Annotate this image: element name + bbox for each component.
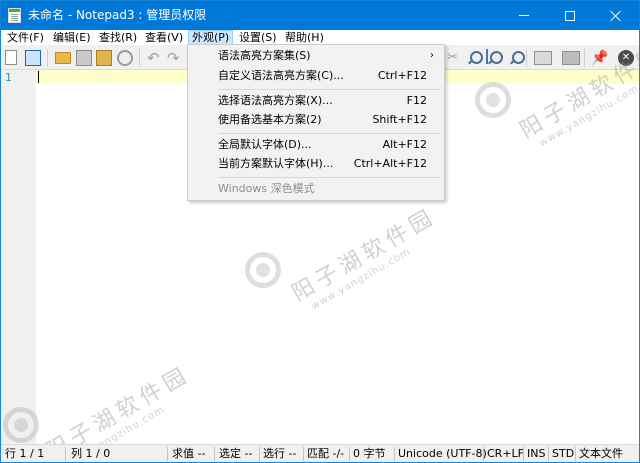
- menu-item-global-font[interactable]: 全局默认字体(D)... Alt+F12: [188, 135, 444, 155]
- line-number-gutter: 1: [1, 70, 36, 444]
- new-icon[interactable]: [5, 50, 17, 65]
- title-bar[interactable]: 未命名 - Notepad3 : 管理员权限: [1, 1, 639, 30]
- print-icon[interactable]: [117, 50, 133, 66]
- status-std[interactable]: STD: [552, 445, 574, 462]
- close-button[interactable]: [593, 1, 639, 30]
- status-selection[interactable]: 选定 --: [219, 445, 252, 462]
- toolbar-separator: [526, 49, 527, 67]
- status-divider: [303, 447, 304, 461]
- menu-item-alt-scheme[interactable]: 使用备选基本方案(2) Shift+F12: [188, 110, 444, 130]
- watermark-logo: [245, 252, 281, 288]
- menu-item-label: 语法高亮方案集(S): [218, 49, 311, 62]
- watermark-url: www.yangzihu.com: [309, 246, 413, 313]
- text-caret: [38, 71, 39, 83]
- window-title: 未命名 - Notepad3 : 管理员权限: [28, 8, 207, 22]
- status-eval[interactable]: 求值 --: [172, 445, 205, 462]
- menu-item-shortcut: Alt+F12: [382, 138, 427, 151]
- zoom-reset-icon[interactable]: [486, 49, 488, 64]
- menu-item-shortcut: Shift+F12: [372, 113, 427, 126]
- save-as-icon[interactable]: [96, 50, 112, 66]
- toolbar-separator: [139, 49, 140, 67]
- status-lexer[interactable]: 文本文件: [579, 445, 623, 462]
- menu-bar: 文件(F) 编辑(E) 查找(R) 查看(V) 外观(P) 设置(S) 帮助(H…: [1, 30, 639, 45]
- appearance-dropdown-menu: 语法高亮方案集(S) › 自定义语法高亮方案(C)... Ctrl+F12 选择…: [187, 44, 445, 201]
- exit-icon[interactable]: ✕: [618, 50, 634, 66]
- pin-icon[interactable]: 📌: [591, 50, 608, 66]
- scheme-icon[interactable]: [534, 51, 552, 65]
- minimize-button[interactable]: [501, 1, 547, 30]
- menu-item-label: Windows 深色模式: [218, 182, 315, 195]
- status-divider: [259, 447, 260, 461]
- watermark-logo: [475, 82, 511, 118]
- line-number: 1: [5, 71, 12, 84]
- menu-item-label: 全局默认字体(D)...: [218, 138, 312, 151]
- status-bar: 行 1 / 1 列 1 / 0 求值 -- 选定 -- 选行 -- 匹配 -/-…: [1, 444, 639, 462]
- menu-help[interactable]: 帮助(H): [282, 30, 327, 45]
- redo-icon[interactable]: ↷: [167, 50, 183, 66]
- status-divider: [575, 447, 576, 461]
- menu-item-custom-scheme[interactable]: 自定义语法高亮方案(C)... Ctrl+F12: [188, 66, 444, 86]
- status-divider: [349, 447, 350, 461]
- status-divider: [548, 447, 549, 461]
- open-tabs-icon[interactable]: [25, 50, 41, 66]
- status-match[interactable]: 匹配 -/-: [307, 445, 344, 462]
- menu-item-syntax-schemes[interactable]: 语法高亮方案集(S) ›: [188, 46, 444, 66]
- status-divider: [394, 447, 395, 461]
- status-line[interactable]: 行 1 / 1: [5, 445, 44, 462]
- menu-item-label: 当前方案默认字体(H)...: [218, 157, 334, 170]
- watermark-title: 阳子湖软件园: [288, 204, 441, 307]
- menu-settings[interactable]: 设置(S): [236, 30, 280, 45]
- menu-item-label: 选择语法高亮方案(X)...: [218, 94, 333, 107]
- menu-item-scheme-font[interactable]: 当前方案默认字体(H)... Ctrl+Alt+F12: [188, 154, 444, 174]
- status-selected-lines[interactable]: 选行 --: [263, 445, 296, 462]
- status-bytes[interactable]: 0 字节: [353, 445, 386, 462]
- app-window: 未命名 - Notepad3 : 管理员权限 文件(F) 编辑(E) 查找(R)…: [0, 0, 640, 463]
- status-divider: [65, 447, 66, 461]
- menu-item-label: 使用备选基本方案(2): [218, 113, 322, 126]
- menu-item-shortcut: Ctrl+F12: [377, 69, 427, 82]
- toolbar-separator: [47, 49, 48, 67]
- close-icon: [610, 10, 622, 22]
- menu-item-dark-mode: Windows 深色模式: [188, 179, 444, 199]
- maximize-button[interactable]: [547, 1, 593, 30]
- save-icon[interactable]: [76, 50, 92, 66]
- menu-separator: [218, 133, 440, 134]
- minimize-icon: [519, 15, 529, 16]
- status-divider: [167, 447, 168, 461]
- cut-icon[interactable]: ✂: [447, 50, 463, 66]
- status-divider: [523, 447, 524, 461]
- maximize-icon: [565, 10, 575, 21]
- menu-view[interactable]: 查看(V): [142, 30, 186, 45]
- status-encoding[interactable]: Unicode (UTF-8): [398, 445, 487, 462]
- menu-appearance[interactable]: 外观(P): [188, 30, 234, 45]
- status-eol[interactable]: CR+LF: [487, 445, 524, 462]
- status-divider: [214, 447, 215, 461]
- folder-icon[interactable]: [55, 52, 71, 64]
- menu-file[interactable]: 文件(F): [4, 30, 47, 45]
- submenu-arrow-icon: ›: [430, 50, 434, 61]
- status-divider: [483, 447, 484, 461]
- menu-separator: [218, 89, 440, 90]
- undo-icon[interactable]: ↶: [147, 50, 163, 66]
- word-wrap-icon[interactable]: [562, 51, 580, 65]
- menu-find[interactable]: 查找(R): [96, 30, 140, 45]
- watermark: 阳子湖软件园 www.yangzihu.com: [285, 199, 447, 317]
- menu-item-select-scheme[interactable]: 选择语法高亮方案(X)... F12: [188, 91, 444, 111]
- notepad-app-icon[interactable]: [8, 8, 21, 23]
- status-column[interactable]: 列 1 / 0: [71, 445, 110, 462]
- menu-item-shortcut: F12: [406, 94, 427, 107]
- menu-item-shortcut: Ctrl+Alt+F12: [353, 157, 427, 170]
- toolbar-separator: [584, 49, 585, 67]
- status-ins[interactable]: INS: [527, 445, 545, 462]
- menu-separator: [218, 177, 440, 178]
- menu-item-label: 自定义语法高亮方案(C)...: [218, 69, 344, 82]
- menu-edit[interactable]: 编辑(E): [50, 30, 94, 45]
